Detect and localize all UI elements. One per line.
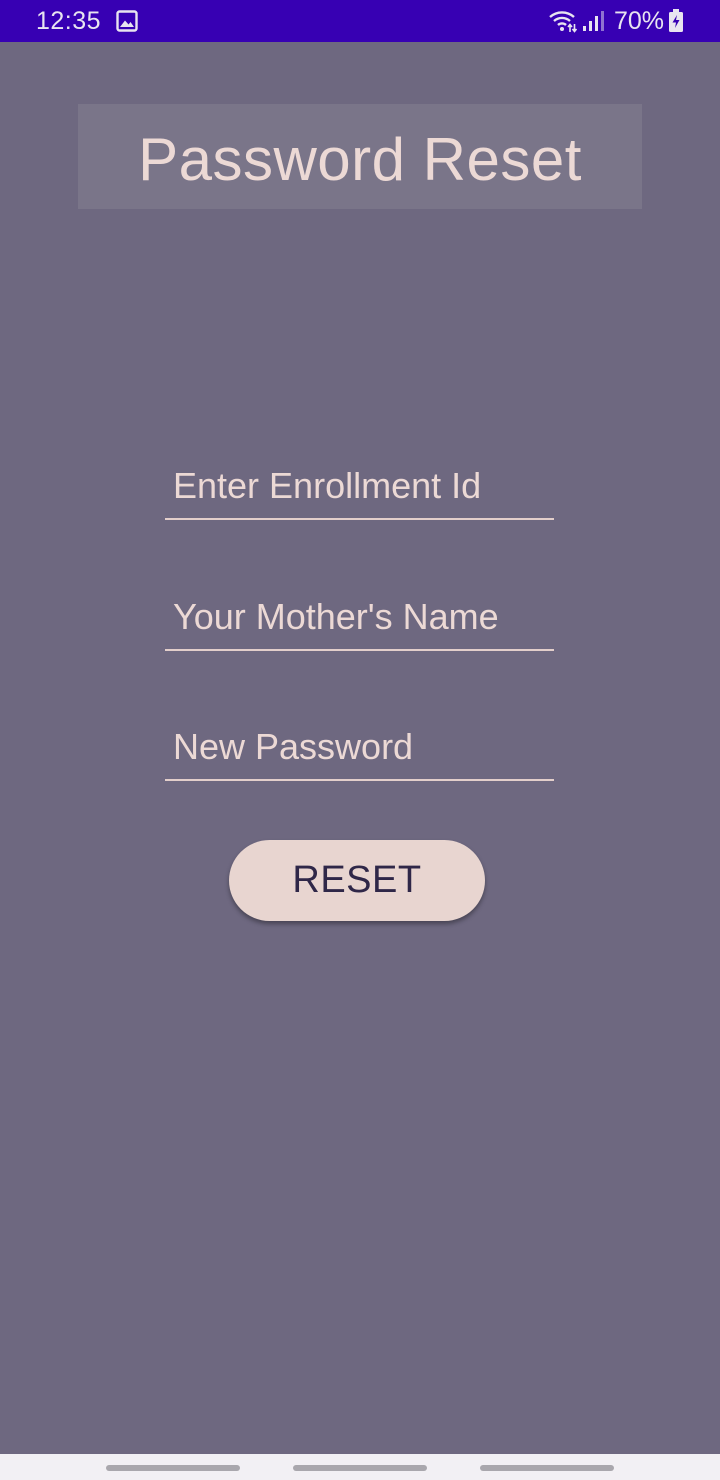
enrollment-id-field[interactable] xyxy=(165,454,554,520)
title-box: Password Reset xyxy=(78,104,642,209)
enrollment-id-input[interactable] xyxy=(165,454,554,518)
mother-name-field[interactable] xyxy=(165,585,554,651)
new-password-field[interactable] xyxy=(165,715,554,781)
signal-icon xyxy=(583,11,604,31)
back-gesture-handle[interactable] xyxy=(106,1465,240,1471)
reset-button[interactable]: RESET xyxy=(229,840,485,921)
battery-icon xyxy=(669,9,683,32)
status-bar: 12:35 70% xyxy=(0,0,720,42)
home-gesture-handle[interactable] xyxy=(293,1465,427,1471)
status-time: 12:35 xyxy=(36,7,102,35)
new-password-input[interactable] xyxy=(165,715,554,779)
recents-gesture-handle[interactable] xyxy=(480,1465,614,1471)
wifi-icon xyxy=(549,11,578,33)
mother-name-input[interactable] xyxy=(165,585,554,649)
navigation-bar xyxy=(0,1454,720,1480)
page-title: Password Reset xyxy=(138,126,582,193)
battery-percentage: 70% xyxy=(614,7,665,35)
password-reset-screen: 12:35 70% Password Reset Enter Enrollmen… xyxy=(0,0,720,1480)
gallery-icon xyxy=(116,10,138,32)
